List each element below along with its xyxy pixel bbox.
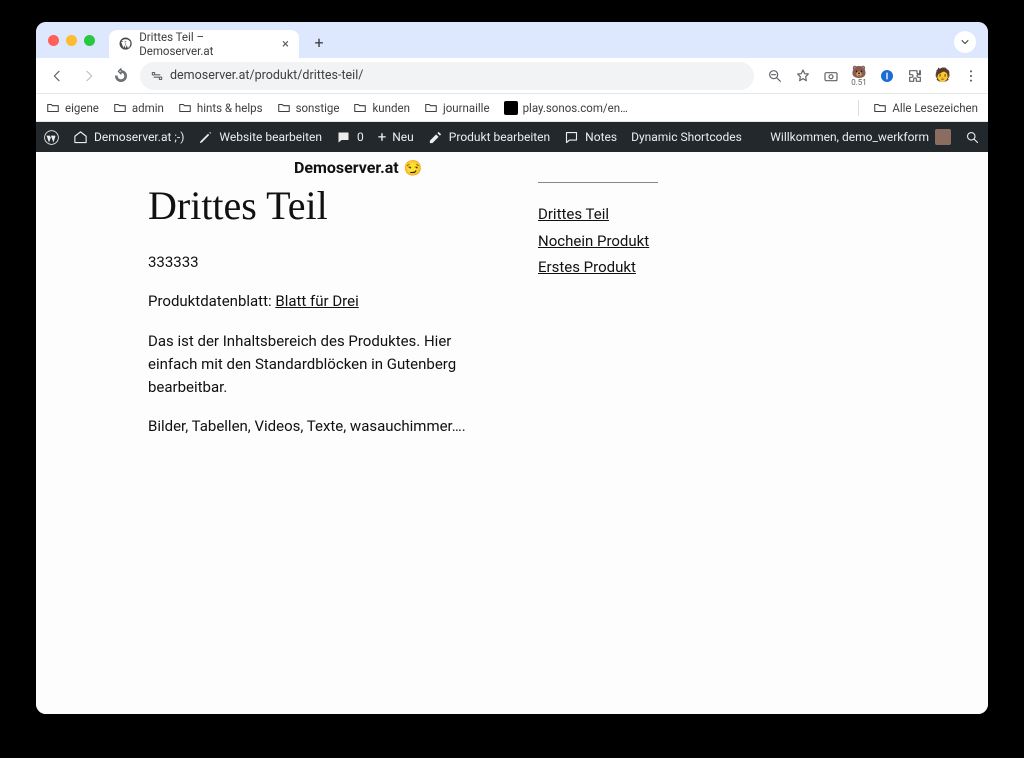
profile-avatar-icon[interactable]: 🧑 <box>934 67 952 85</box>
wp-edit-site-label: Website bearbeiten <box>219 130 322 144</box>
smirk-emoji-icon: 😏 <box>404 159 423 177</box>
tab-list-button[interactable] <box>954 31 976 53</box>
zoom-badge: 0.51 <box>851 79 867 87</box>
all-bookmarks-button[interactable]: Alle Lesezeichen <box>873 101 978 115</box>
forward-button[interactable] <box>76 63 102 89</box>
post-main: Drittes Teil 333333 Produktdatenblatt: B… <box>148 182 478 455</box>
sidebar-nav-link[interactable]: Erstes Produkt <box>538 256 738 279</box>
post-paragraph: Das ist der Inhaltsbereich des Produktes… <box>148 330 478 400</box>
post-number: 333333 <box>148 251 478 274</box>
bookmark-label: Alle Lesezeichen <box>892 101 978 115</box>
tab-title: Drittes Teil – Demoserver.at <box>139 30 273 58</box>
wp-site-name: Demoserver.at ;-) <box>94 130 184 144</box>
close-window-button[interactable] <box>48 35 59 46</box>
extension-camera-icon[interactable] <box>822 67 840 85</box>
extension-onepassword-icon[interactable] <box>878 67 896 85</box>
wordpress-favicon-icon <box>119 37 132 51</box>
bookmark-label: sonstige <box>296 101 340 115</box>
bookmark-folder[interactable]: sonstige <box>277 101 340 115</box>
wp-new-label: Neu <box>392 130 414 144</box>
window-controls <box>48 35 95 46</box>
wp-search[interactable] <box>965 130 980 145</box>
sidebar-nav-link[interactable]: Nochein Produkt <box>538 230 738 253</box>
bookmark-label: journaille <box>443 101 490 115</box>
post-paragraph: Bilder, Tabellen, Videos, Texte, wasauch… <box>148 415 478 438</box>
site-settings-icon[interactable] <box>150 69 164 83</box>
bookmark-folder[interactable]: kunden <box>353 101 409 115</box>
wp-comments-count: 0 <box>357 130 364 144</box>
wp-dynamic-label: Dynamic Shortcodes <box>631 130 742 144</box>
sidebar-nav: Drittes Teil Nochein Produkt Erstes Prod… <box>538 203 738 279</box>
browser-tab[interactable]: Drittes Teil – Demoserver.at × <box>109 30 299 58</box>
bookmark-label: kunden <box>372 101 409 115</box>
extension-bear-icon[interactable]: 🐻 0.51 <box>850 67 868 85</box>
datasheet-label: Produktdatenblatt: <box>148 292 275 310</box>
minimize-window-button[interactable] <box>66 35 77 46</box>
avatar-icon <box>935 129 951 145</box>
bookmark-folder[interactable]: journaille <box>424 101 490 115</box>
site-title-text: Demoserver.at <box>294 158 399 177</box>
wp-logo-menu[interactable] <box>44 130 59 145</box>
bookmark-folder[interactable]: eigene <box>46 101 99 115</box>
datasheet-link[interactable]: Blatt für Drei <box>275 292 358 310</box>
bookmark-label: admin <box>132 101 164 115</box>
page-content: Demoserver.at 😏 Drittes Teil 333333 Prod… <box>36 152 988 714</box>
wp-edit-product-label: Produkt bearbeiten <box>449 130 550 144</box>
site-title[interactable]: Demoserver.at 😏 <box>294 158 422 177</box>
maximize-window-button[interactable] <box>84 35 95 46</box>
menu-dots-icon[interactable] <box>962 67 980 85</box>
wp-edit-site[interactable]: Website bearbeiten <box>198 130 322 145</box>
bookmark-item[interactable]: play.sonos.com/en… <box>504 101 628 115</box>
sidebar: Drittes Teil Nochein Produkt Erstes Prod… <box>538 182 738 455</box>
reload-button[interactable] <box>108 63 134 89</box>
bookmark-folder[interactable]: hints & helps <box>178 101 263 115</box>
wp-new-menu[interactable]: + Neu <box>378 128 414 146</box>
sidebar-nav-link[interactable]: Drittes Teil <box>538 203 738 226</box>
back-button[interactable] <box>44 63 70 89</box>
browser-window: Drittes Teil – Demoserver.at × + demoser… <box>36 22 988 714</box>
wp-dynamic-shortcodes[interactable]: Dynamic Shortcodes <box>631 130 742 144</box>
post-title: Drittes Teil <box>148 182 478 229</box>
post-datasheet: Produktdatenblatt: Blatt für Drei <box>148 290 478 313</box>
extensions-puzzle-icon[interactable] <box>906 67 924 85</box>
close-tab-icon[interactable]: × <box>282 37 289 52</box>
wp-edit-product[interactable]: Produkt bearbeiten <box>428 130 550 145</box>
tab-strip: Drittes Teil – Demoserver.at × + <box>36 22 988 58</box>
wp-account-menu[interactable]: Willkommen, demo_werkform <box>770 129 951 145</box>
address-bar[interactable]: demoserver.at/produkt/drittes-teil/ <box>140 62 754 90</box>
wp-notes[interactable]: Notes <box>564 130 617 145</box>
url-text: demoserver.at/produkt/drittes-teil/ <box>170 68 363 83</box>
browser-toolbar: demoserver.at/produkt/drittes-teil/ 🐻 0.… <box>36 58 988 94</box>
new-tab-button[interactable]: + <box>307 30 331 54</box>
wp-admin-bar: Demoserver.at ;-) Website bearbeiten 0 +… <box>36 122 988 152</box>
extension-icons: 🐻 0.51 🧑 <box>766 67 980 85</box>
divider <box>858 100 859 116</box>
bookmark-star-icon[interactable] <box>794 67 812 85</box>
bookmarks-bar: eigene admin hints & helps sonstige kund… <box>36 94 988 122</box>
bookmark-label: play.sonos.com/en… <box>523 101 628 115</box>
wp-notes-label: Notes <box>585 130 617 144</box>
bookmark-folder[interactable]: admin <box>113 101 164 115</box>
wp-site-link[interactable]: Demoserver.at ;-) <box>73 130 184 145</box>
zoom-icon[interactable] <box>766 67 784 85</box>
wp-welcome-text: Willkommen, demo_werkform <box>770 130 929 144</box>
sidebar-divider <box>538 182 658 183</box>
wp-comments[interactable]: 0 <box>336 130 364 145</box>
bookmark-label: hints & helps <box>197 101 263 115</box>
bookmark-label: eigene <box>65 101 99 115</box>
